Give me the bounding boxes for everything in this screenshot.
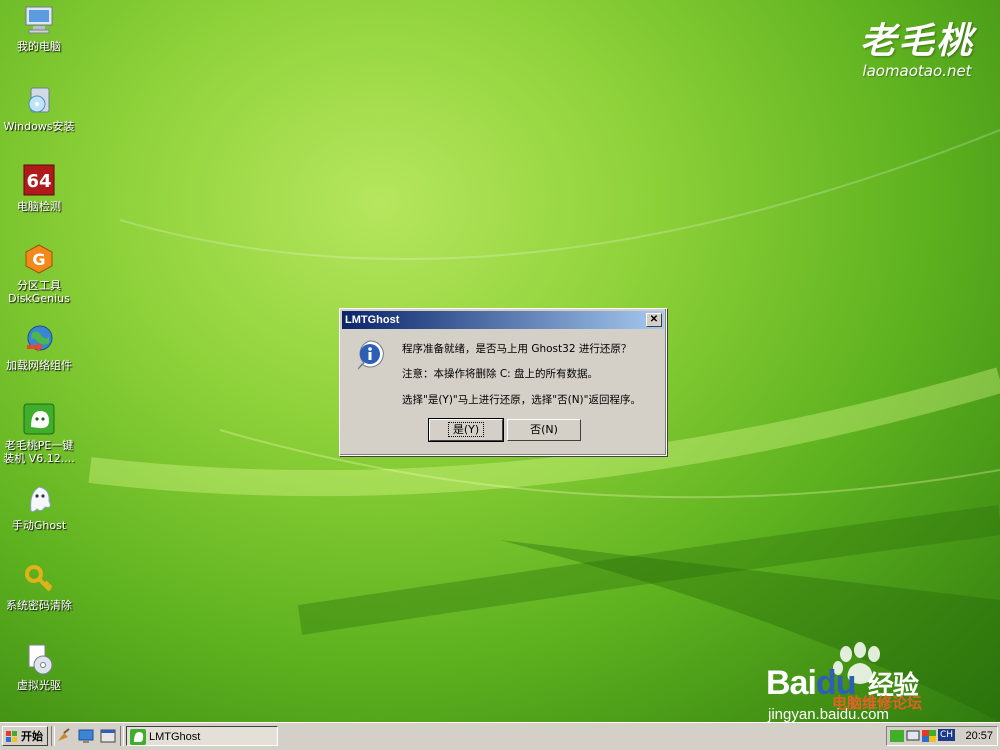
info-icon	[354, 339, 386, 371]
lmtghost-dialog: LMTGhost ✕ 程序准备就绪，是否马上用 Ghost32 进行还原？ 注意…	[339, 308, 667, 456]
logo-url: laomaotao.net	[862, 62, 972, 80]
keys-icon	[23, 563, 55, 595]
icon-label: 系统密码清除	[6, 599, 72, 612]
desktop-icon-my-computer[interactable]: 我的电脑	[0, 4, 78, 53]
start-button[interactable]: 开始	[2, 726, 48, 746]
desktop-icon-pc-check[interactable]: 64 电脑检测	[0, 164, 78, 213]
svg-text:64: 64	[26, 171, 51, 192]
dialog-message-line1: 程序准备就绪，是否马上用 Ghost32 进行还原？	[402, 343, 632, 355]
laomaotao-installer-icon	[23, 403, 55, 435]
broom-icon[interactable]	[55, 728, 71, 744]
dialog-titlebar[interactable]: LMTGhost ✕	[342, 311, 664, 329]
watermark-brand: Bai	[766, 664, 817, 702]
desktop-icon-password-clear[interactable]: 系统密码清除	[0, 563, 78, 612]
laomaotao-logo: 老毛桃 laomaotao.net	[860, 12, 974, 80]
taskbar: 开始 LMTGhost CH 20:57	[0, 722, 1000, 750]
baidu-jingyan-watermark: Baidu 经验 jingyan.baidu.com 电脑维修论坛 pc-mse…	[758, 640, 988, 722]
start-label: 开始	[21, 730, 43, 743]
icon-label: 分区工具 DiskGenius	[8, 279, 70, 305]
yes-button[interactable]: 是(Y)	[428, 418, 504, 442]
yes-button-label: 是(Y)	[447, 422, 485, 437]
network-globe-icon	[23, 323, 55, 355]
dialog-message-line2: 注意：本操作将删除 C: 盘上的所有数据。	[402, 368, 599, 380]
desktop-icon-manual-ghost[interactable]: 手动Ghost	[0, 483, 78, 532]
desktop-icon-windows-setup[interactable]: Windows安装	[0, 84, 78, 133]
system-tray: CH 20:57	[886, 726, 998, 746]
dialog-message-line3: 选择"是(Y)"马上进行还原，选择"否(N)"返回程序。	[402, 394, 641, 406]
computer-icon	[23, 4, 55, 36]
laomaotao-app-icon	[130, 729, 146, 745]
dialog-title: LMTGhost	[345, 314, 400, 326]
explorer-icon[interactable]	[100, 728, 116, 744]
tray-laomaotao-icon[interactable]	[890, 730, 904, 742]
icon-label: 加载网络组件	[6, 359, 72, 372]
taskbar-item-label: LMTGhost	[149, 731, 201, 743]
taskbar-item-lmtghost[interactable]: LMTGhost	[126, 726, 278, 746]
icon-label: 虚拟光驱	[17, 679, 61, 692]
show-desktop-icon[interactable]	[78, 728, 94, 744]
close-button[interactable]: ✕	[646, 313, 662, 327]
icon-label: 我的电脑	[17, 40, 61, 53]
svg-text:G: G	[32, 250, 45, 269]
tray-display-icon[interactable]	[922, 730, 936, 742]
tray-network-icon[interactable]	[906, 730, 920, 742]
icon-label: Windows安装	[3, 120, 75, 133]
ime-indicator[interactable]: CH	[938, 729, 956, 741]
icon-label: 电脑检测	[17, 200, 61, 213]
desktop-icon-laomaotao-installer[interactable]: 老毛桃PE一键 装机 V6.12....	[0, 403, 78, 465]
no-button-label: 否(N)	[530, 423, 558, 436]
virtual-cd-icon	[23, 643, 55, 675]
desktop-icon-diskgenius[interactable]: G 分区工具 DiskGenius	[0, 243, 78, 305]
ghost-icon	[23, 483, 55, 515]
no-button[interactable]: 否(N)	[507, 419, 581, 441]
clock[interactable]: 20:57	[965, 730, 993, 742]
icon-label: 手动Ghost	[11, 519, 67, 532]
windows-setup-icon	[23, 84, 55, 116]
watermark-forum: 电脑维修论坛	[832, 695, 923, 712]
taskbar-separator	[120, 726, 124, 746]
desktop: 老毛桃 laomaotao.net 我的电脑 Windows安装 64 电脑检测…	[0, 0, 1000, 722]
desktop-icon-network[interactable]: 加载网络组件	[0, 323, 78, 372]
icon-label: 老毛桃PE一键 装机 V6.12....	[3, 439, 75, 465]
windows-logo-icon	[6, 731, 17, 742]
aida64-icon: 64	[23, 164, 55, 196]
desktop-icon-virtual-cd[interactable]: 虚拟光驱	[0, 643, 78, 692]
diskgenius-icon: G	[23, 243, 55, 275]
logo-mark: 老毛桃	[859, 20, 974, 62]
